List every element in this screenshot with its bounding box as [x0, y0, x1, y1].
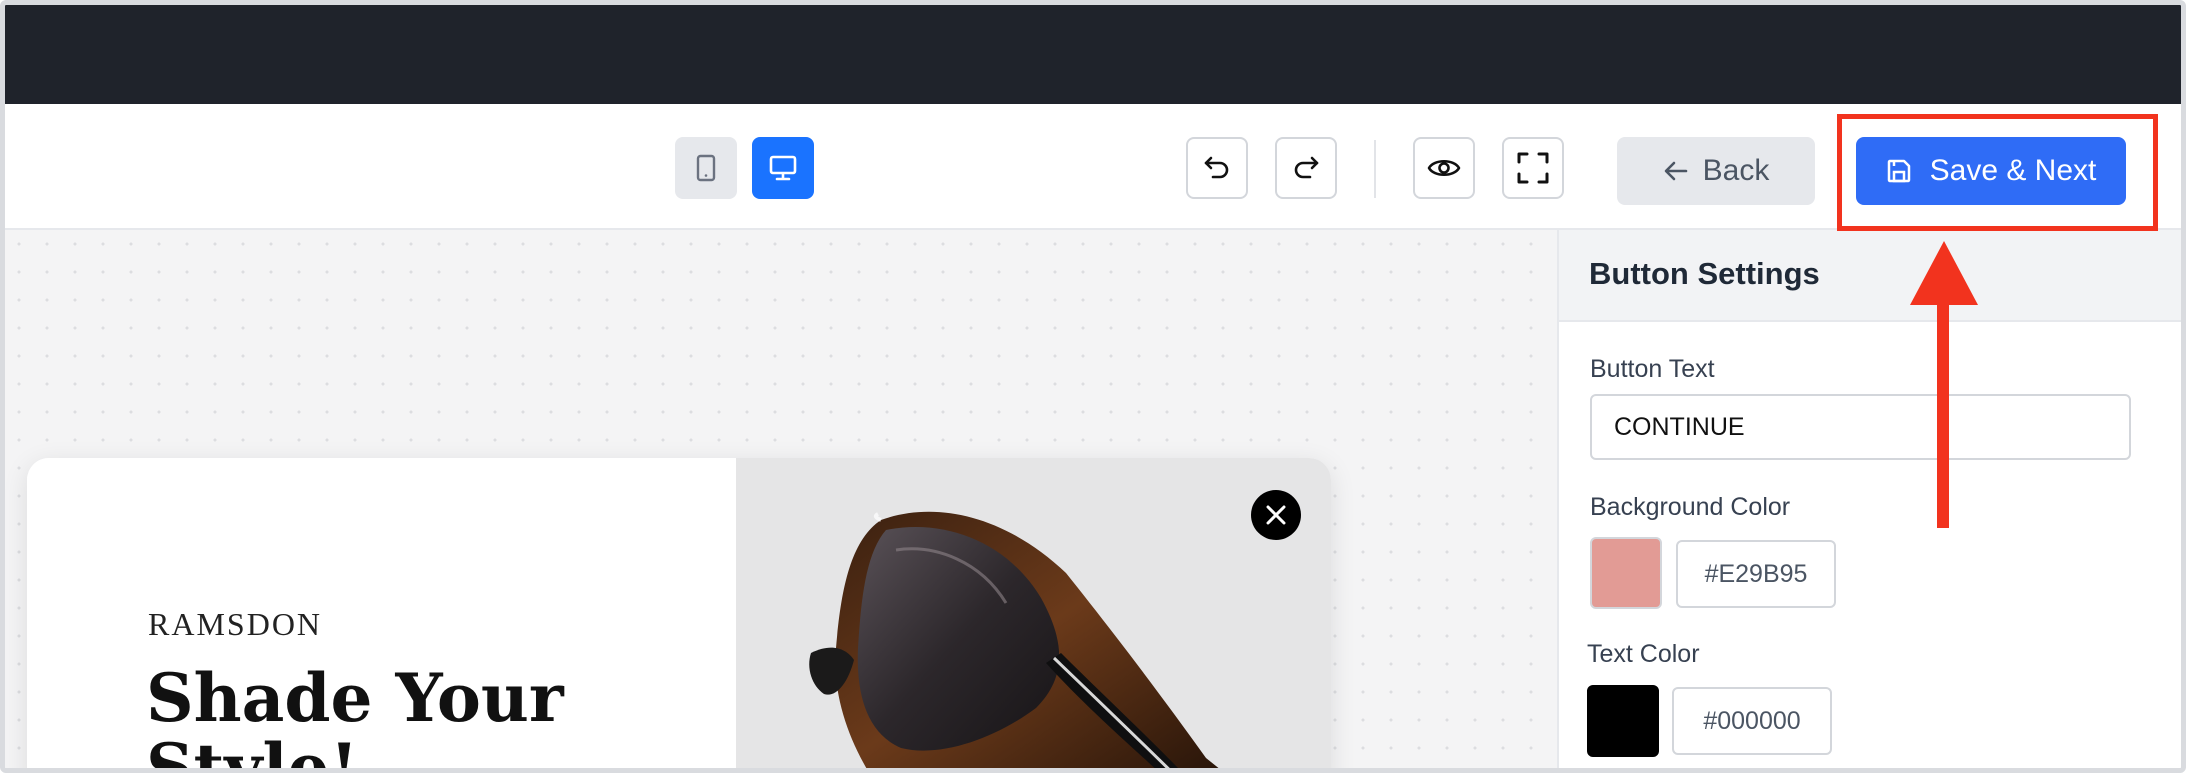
- popup-preview: RAMSDON Shade Your Style!: [27, 458, 1331, 773]
- annotation-highlight-box: [1837, 114, 2158, 231]
- fullscreen-button[interactable]: [1502, 137, 1564, 199]
- text-color-swatch[interactable]: [1587, 685, 1659, 757]
- close-icon: [1266, 505, 1286, 525]
- arrow-left-icon: [1664, 161, 1687, 181]
- text-color-hex-input[interactable]: #000000: [1672, 687, 1832, 755]
- text-color-label: Text Color: [1587, 640, 1700, 668]
- desktop-view-button[interactable]: [752, 137, 814, 199]
- eye-icon: [1427, 159, 1461, 177]
- button-text-label: Button Text: [1590, 355, 1715, 383]
- background-color-label: Background Color: [1590, 493, 1791, 521]
- brand-name: RAMSDON: [148, 606, 323, 642]
- settings-title: Button Settings: [1589, 256, 1820, 291]
- popup-headline: Shade Your Style!: [146, 659, 564, 773]
- popup-close-button[interactable]: [1251, 490, 1301, 540]
- app-window: Back Save & Next RAMSDON Shade Your Styl…: [0, 0, 2186, 773]
- settings-panel-header: Button Settings: [1559, 230, 2181, 322]
- mobile-view-button[interactable]: [675, 137, 737, 199]
- back-button[interactable]: Back: [1617, 137, 1815, 205]
- background-color-swatch[interactable]: [1590, 537, 1662, 609]
- redo-icon: [1294, 156, 1319, 179]
- redo-button[interactable]: [1275, 137, 1337, 199]
- sunglasses-illustration: [809, 511, 1219, 768]
- background-color-hex-input[interactable]: #E29B95: [1676, 540, 1836, 608]
- undo-button[interactable]: [1186, 137, 1248, 199]
- button-text-input[interactable]: CONTINUE: [1590, 394, 2131, 460]
- annotation-arrow-shaft: [1937, 295, 1949, 528]
- desktop-icon: [769, 155, 797, 181]
- back-button-label: Back: [1702, 154, 1770, 187]
- undo-icon: [1204, 156, 1229, 179]
- sunglasses-image: [736, 458, 1331, 768]
- fullscreen-icon: [1517, 152, 1549, 184]
- popup-content: RAMSDON Shade Your Style!: [27, 458, 736, 773]
- toolbar-divider: [1374, 140, 1376, 198]
- mobile-icon: [696, 154, 716, 182]
- preview-button[interactable]: [1413, 137, 1475, 199]
- top-bar: [5, 5, 2181, 104]
